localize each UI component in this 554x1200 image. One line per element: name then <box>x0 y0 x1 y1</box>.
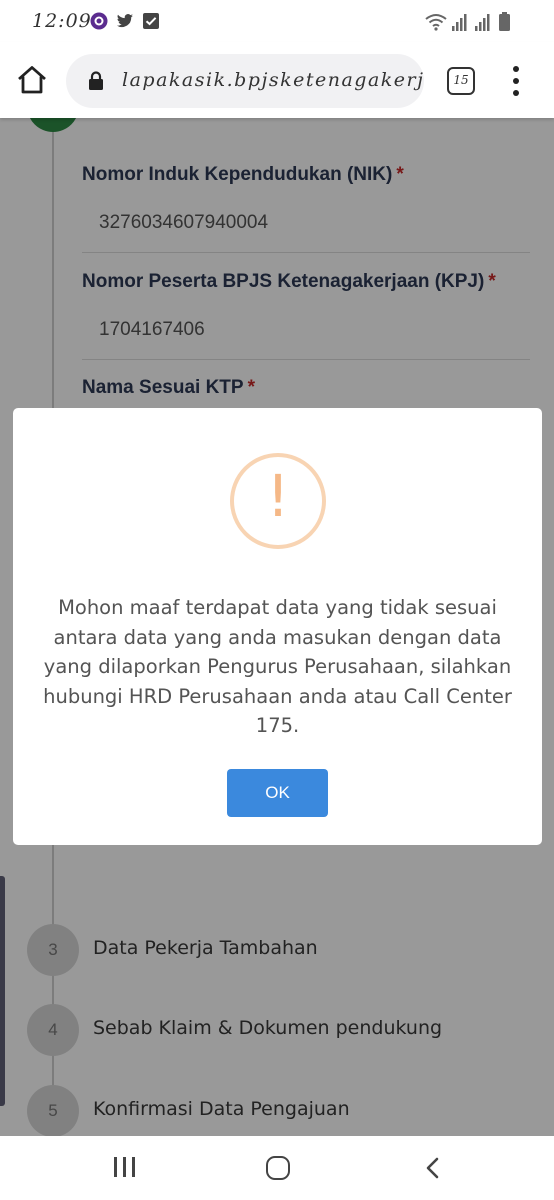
alert-dialog: ! Mohon maaf terdapat data yang tidak se… <box>13 408 542 845</box>
dialog-message: Mohon maaf terdapat data yang tidak sesu… <box>43 596 512 737</box>
back-icon[interactable] <box>424 1156 442 1180</box>
address-bar[interactable]: lapakasik.bpjsketenagakerjaan.go.id <box>66 54 424 108</box>
home-icon[interactable] <box>16 64 48 96</box>
more-options-icon[interactable] <box>506 66 526 96</box>
check-box-icon <box>143 13 159 29</box>
wifi-icon <box>425 14 447 31</box>
circle-app-icon <box>90 12 108 30</box>
edge-panel-handle[interactable] <box>0 876 5 1106</box>
ok-button[interactable]: OK <box>227 769 328 817</box>
browser-toolbar: lapakasik.bpjsketenagakerjaan.go.id 15 <box>0 42 554 118</box>
warning-icon: ! <box>230 453 326 549</box>
recent-apps-icon[interactable] <box>114 1157 136 1179</box>
home-nav-icon[interactable] <box>266 1156 290 1180</box>
twitter-icon <box>116 14 133 28</box>
status-time: 12:09 <box>32 10 92 32</box>
status-right-icons <box>425 12 510 31</box>
system-nav-bar <box>0 1136 554 1200</box>
url-text: lapakasik.bpjsketenagakerjaan.go.id <box>122 69 424 91</box>
warning-symbol: ! <box>266 462 290 530</box>
lock-icon <box>89 71 103 90</box>
battery-icon <box>499 12 510 31</box>
signal-icon <box>452 14 467 31</box>
tabs-button[interactable]: 15 <box>447 67 475 95</box>
signal-icon <box>475 14 490 31</box>
status-bar: 12:09 <box>0 0 554 42</box>
